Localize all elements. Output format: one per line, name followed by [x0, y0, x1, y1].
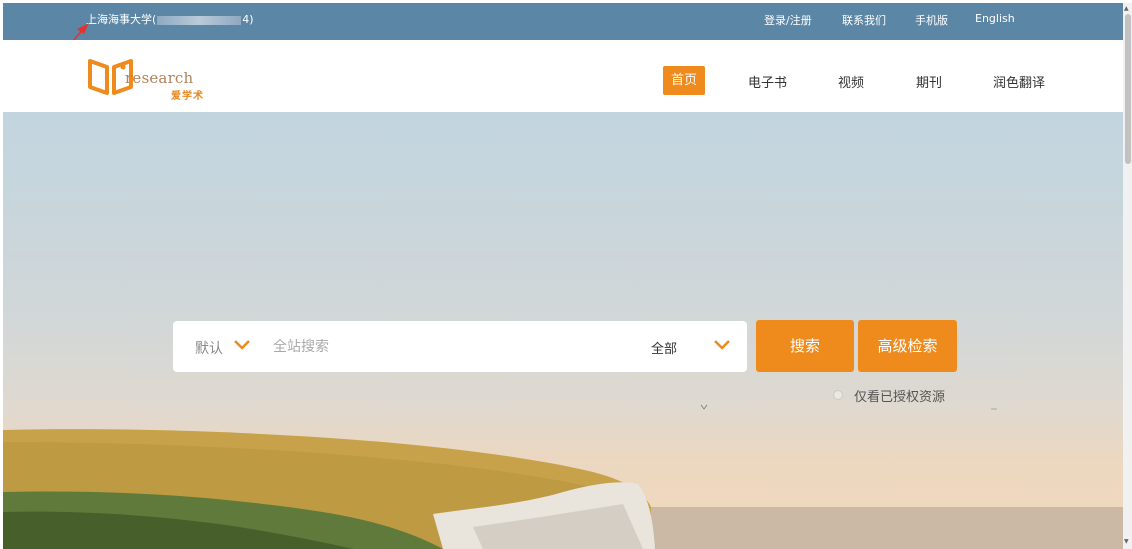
logo-chinese[interactable]: 爱学术 — [171, 87, 204, 102]
nav-videos[interactable]: 视频 — [838, 72, 864, 91]
nav-home[interactable]: 首页 — [663, 66, 705, 95]
advanced-search-button[interactable]: 高级检索 — [858, 320, 957, 372]
search-input[interactable] — [273, 333, 613, 361]
mobile-version-link[interactable]: 手机版 — [915, 12, 948, 28]
logo-wordmark[interactable]: research — [125, 69, 193, 87]
scrollbar-thumb[interactable] — [1125, 14, 1131, 164]
redacted-ip — [157, 15, 242, 25]
search-category-select[interactable]: 全部 — [651, 338, 677, 357]
scroll-up-icon[interactable]: ▲ — [1124, 5, 1129, 12]
authorized-only-label[interactable]: 仅看已授权资源 — [854, 386, 945, 405]
chevron-down-icon[interactable] — [713, 339, 731, 351]
institution-suffix: 4) — [242, 13, 254, 26]
institution-prefix: 上海海事大学( — [86, 13, 157, 26]
login-register-link[interactable]: 登录/注册 — [764, 12, 812, 28]
search-bar: 默认 全部 — [173, 321, 747, 372]
institution-label: 上海海事大学( 4) — [86, 11, 254, 27]
chevron-down-icon[interactable] — [233, 339, 251, 351]
scroll-down-icon[interactable]: ▼ — [1124, 538, 1129, 545]
search-scope-select[interactable]: 默认 — [195, 338, 223, 358]
search-button[interactable]: 搜索 — [756, 320, 854, 372]
contact-us-link[interactable]: 联系我们 — [842, 12, 886, 28]
site-header: research 爱学术 首页 电子书 视频 期刊 润色翻译 — [3, 40, 1123, 112]
radio-icon[interactable] — [833, 390, 843, 400]
english-link[interactable]: English — [975, 12, 1015, 25]
nav-ebooks[interactable]: 电子书 — [748, 72, 787, 91]
nav-journals[interactable]: 期刊 — [916, 72, 942, 91]
nav-polish-translate[interactable]: 润色翻译 — [993, 72, 1045, 91]
